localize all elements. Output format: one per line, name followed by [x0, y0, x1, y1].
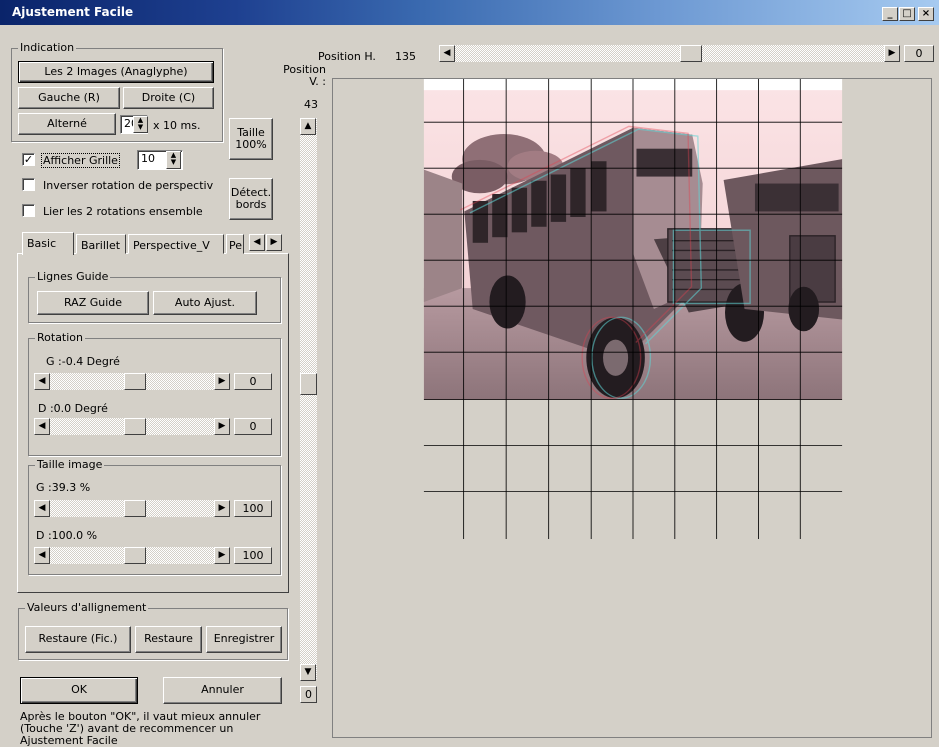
- left-image-button[interactable]: Gauche (R): [18, 87, 120, 109]
- position-v-reset-button[interactable]: 0: [300, 686, 317, 703]
- tab-perspective-v[interactable]: Perspective_V: [128, 234, 224, 254]
- image-size-left-inc-icon[interactable]: ▶: [214, 500, 230, 517]
- position-h-thumb[interactable]: [680, 45, 702, 62]
- tab-perspective-h[interactable]: Pe: [226, 234, 244, 254]
- hint-text: Après le bouton "OK", il vaut mieux annu…: [20, 711, 261, 747]
- rotation-left-text: G :-0.4 Degré: [46, 355, 120, 368]
- show-grid-checkbox[interactable]: ✓: [22, 153, 35, 166]
- rotation-left-thumb[interactable]: [124, 373, 146, 390]
- rotation-left-dec-icon[interactable]: ◀: [34, 373, 50, 390]
- position-h-value: 135: [395, 50, 416, 63]
- rotation-left-reset-button[interactable]: 0: [234, 373, 272, 390]
- link-rotations-checkbox[interactable]: [22, 204, 35, 217]
- rotation-right-thumb[interactable]: [124, 418, 146, 435]
- reset-guide-button[interactable]: RAZ Guide: [37, 291, 149, 315]
- detect-edges-button[interactable]: Détect. bords: [229, 178, 273, 220]
- guide-lines-label: Lignes Guide: [35, 270, 111, 283]
- spin-down-icon[interactable]: ▼: [167, 159, 180, 166]
- both-images-button[interactable]: Les 2 Images (Anaglyphe): [18, 61, 214, 83]
- title-bar: Ajustement Facile _ □ ×: [0, 0, 939, 25]
- image-size-right-text: D :100.0 %: [36, 529, 98, 542]
- show-grid-label: Afficher Grille: [41, 153, 120, 168]
- image-canvas[interactable]: [332, 78, 932, 738]
- image-size-left-reset-button[interactable]: 100: [234, 500, 272, 517]
- position-h-reset-button[interactable]: 0: [904, 45, 934, 62]
- rotation-right-inc-icon[interactable]: ▶: [214, 418, 230, 435]
- position-v-label: Position V. :: [283, 63, 326, 88]
- image-size-left-dec-icon[interactable]: ◀: [34, 500, 50, 517]
- image-size-left-thumb[interactable]: [124, 500, 146, 517]
- restore-button[interactable]: Restaure: [135, 626, 202, 653]
- alignment-label: Valeurs d'allignement: [25, 601, 149, 614]
- invert-rotation-checkbox[interactable]: [22, 178, 35, 191]
- image-size-right-dec-icon[interactable]: ◀: [34, 547, 50, 564]
- minimize-button[interactable]: _: [882, 7, 898, 21]
- rotation-right-dec-icon[interactable]: ◀: [34, 418, 50, 435]
- position-v-value: 43: [304, 98, 318, 111]
- interval-spinner[interactable]: ▲ ▼: [133, 116, 148, 133]
- tab-scroll-right-icon[interactable]: ▶: [266, 234, 282, 251]
- maximize-button[interactable]: □: [899, 7, 915, 21]
- image-size-right-thumb[interactable]: [124, 547, 146, 564]
- position-v-track[interactable]: [300, 118, 317, 680]
- image-size-left-text: G :39.3 %: [36, 481, 91, 494]
- invert-rotation-label: Inverser rotation de perspectiv: [43, 179, 214, 192]
- position-v-inc-icon[interactable]: ▼: [300, 664, 316, 681]
- rotation-right-reset-button[interactable]: 0: [234, 418, 272, 435]
- interval-unit: x 10 ms.: [153, 119, 201, 132]
- position-h-label: Position H.: [318, 50, 376, 63]
- position-h-dec-icon[interactable]: ◀: [439, 45, 455, 62]
- position-h-inc-icon[interactable]: ▶: [884, 45, 900, 62]
- close-button[interactable]: ×: [918, 7, 934, 21]
- position-h-track[interactable]: [439, 45, 900, 62]
- window-title: Ajustement Facile: [12, 5, 134, 19]
- position-v-dec-icon[interactable]: ▲: [300, 118, 316, 135]
- rotation-label: Rotation: [35, 331, 86, 344]
- ok-button[interactable]: OK: [20, 677, 138, 704]
- position-v-thumb[interactable]: [300, 373, 317, 395]
- cancel-button[interactable]: Annuler: [163, 677, 282, 704]
- rotation-left-inc-icon[interactable]: ▶: [214, 373, 230, 390]
- image-size-right-reset-button[interactable]: 100: [234, 547, 272, 564]
- rotation-right-text: D :0.0 Degré: [38, 402, 108, 415]
- grid-spinner[interactable]: ▲ ▼: [166, 151, 181, 169]
- link-rotations-label: Lier les 2 rotations ensemble: [43, 205, 203, 218]
- image-size-right-inc-icon[interactable]: ▶: [214, 547, 230, 564]
- restore-file-button[interactable]: Restaure (Fic.): [25, 626, 131, 653]
- save-button[interactable]: Enregistrer: [206, 626, 282, 653]
- indication-label: Indication: [18, 41, 77, 54]
- alternate-button[interactable]: Alterné: [18, 113, 116, 135]
- tab-barillet[interactable]: Barillet: [76, 234, 126, 254]
- tab-scroll-left-icon[interactable]: ◀: [249, 234, 265, 251]
- tab-basic[interactable]: Basic: [22, 232, 74, 255]
- spin-down-icon[interactable]: ▼: [134, 124, 147, 131]
- auto-adjust-button[interactable]: Auto Ajust.: [153, 291, 257, 315]
- anaglyph-bus-image: [423, 79, 843, 539]
- right-image-button[interactable]: Droite (C): [123, 87, 214, 109]
- size-100-button[interactable]: Taille 100%: [229, 118, 273, 160]
- image-size-label: Taille image: [35, 458, 105, 471]
